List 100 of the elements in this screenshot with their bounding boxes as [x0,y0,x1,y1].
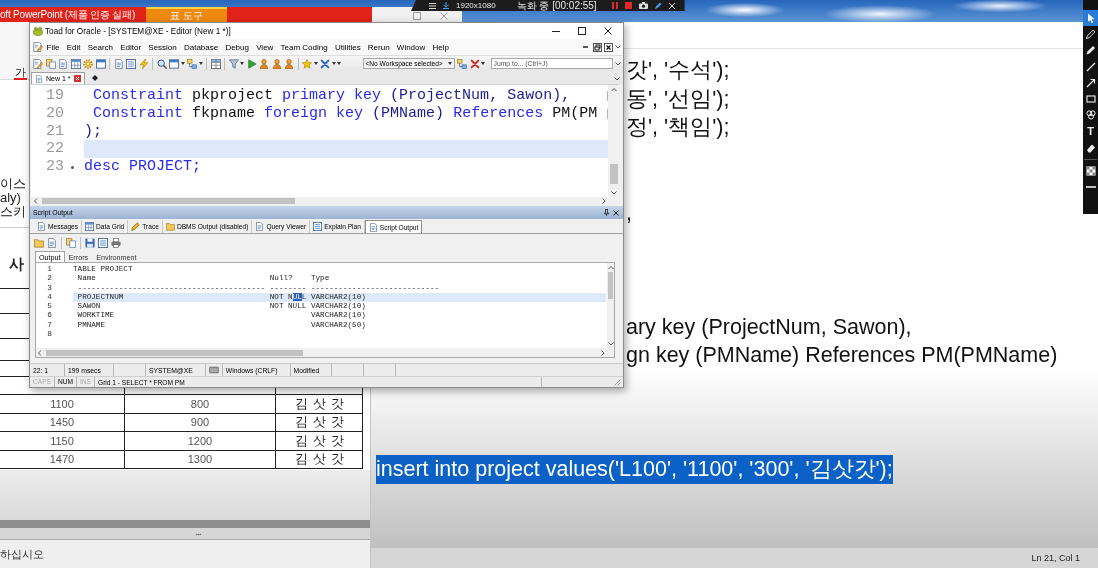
pages-icon[interactable] [66,237,76,248]
table-icon[interactable] [210,58,221,69]
chevron-down-icon[interactable] [610,190,617,194]
chevron-down-icon[interactable] [614,76,620,80]
chevron-right-icon[interactable] [601,198,605,204]
table-cell: 900 [125,413,276,432]
close-icon[interactable] [604,27,612,35]
play-icon[interactable] [246,58,257,69]
star-icon[interactable] [302,58,312,69]
resolution-label: 1920x1080 [456,0,496,11]
list-icon[interactable] [98,237,108,248]
restore-icon[interactable] [593,42,602,52]
gear-icon[interactable] [83,58,93,69]
menu-item[interactable]: File [43,41,64,53]
menu-item[interactable]: Utilities [331,41,365,53]
printer-icon[interactable] [111,237,121,248]
close-icon[interactable] [604,42,613,52]
menu-item[interactable]: Debug [221,41,253,53]
grid-icon[interactable] [70,58,81,69]
document-line: ary key (ProjectNum, Sawon), [626,313,912,341]
menu-item[interactable]: Edit [63,41,85,53]
scroll-thumb[interactable] [608,272,613,299]
document-line: gn key (PMName) References PM(PMName) [626,342,1058,369]
rectangle-icon [1085,94,1096,105]
stop-icon[interactable] [624,2,632,9]
caret-icon[interactable] [180,62,185,65]
arrow-icon [1085,77,1096,88]
menu-item[interactable]: Team Coding [276,41,332,53]
pen-icon[interactable] [654,2,662,9]
window-icon[interactable] [169,58,179,69]
table-cell: 김삿갓 [276,450,363,469]
minimize-icon[interactable] [552,30,560,32]
window-title: Toad for Oracle - [SYSTEM@XE - Editor (New 1 *)] [45,26,231,36]
caret-icon[interactable] [447,62,452,65]
network-icon[interactable] [457,58,467,69]
slide-heading: 사 [8,255,24,273]
table-cell: 김삿갓 [276,432,363,451]
chevron-down-icon[interactable] [607,341,614,345]
chevron-down-icon[interactable] [615,61,621,66]
line-number: 23 [45,158,64,176]
font-color-button[interactable]: 가 [14,67,27,80]
text-tool[interactable]: T [1083,123,1098,140]
person-icon[interactable] [284,58,294,69]
diamond-icon[interactable] [91,75,98,81]
resize-grip-icon[interactable] [614,378,621,386]
menu-icon[interactable] [429,2,436,9]
grid-icon [85,222,95,231]
menu-item[interactable]: Window [393,41,429,53]
menu-item[interactable]: Editor [116,41,145,53]
chevron-down-icon[interactable] [615,45,621,49]
scroll-thumb[interactable] [41,198,295,204]
document-line: , [626,199,632,227]
code-line: ); [84,122,103,141]
grip-icon[interactable] [196,532,201,536]
pause-icon[interactable] [611,2,618,9]
code-line: desc PROJECT; [84,158,203,176]
circles-icon [1085,110,1096,121]
table-cell: 1200 [125,432,276,451]
pin-icon[interactable] [604,209,609,216]
horizontal-scrollbar[interactable] [31,197,619,205]
page-pencil-icon[interactable] [33,58,43,69]
caret-icon[interactable] [313,62,318,65]
cross-icon[interactable] [469,58,480,69]
menu-item[interactable]: Search [84,41,117,53]
horizontal-scrollbar[interactable] [36,348,614,357]
document-line: 정', '책임'); [626,114,730,141]
caret-icon[interactable] [198,62,203,65]
person-icon[interactable] [271,58,282,69]
window-icon[interactable] [95,58,106,69]
person-icon[interactable] [259,58,269,69]
download-icon[interactable] [443,2,449,9]
scroll-thumb[interactable] [45,349,303,356]
caret-icon[interactable] [481,62,485,65]
close-icon[interactable] [613,209,619,216]
page-pencil-icon[interactable] [33,42,43,52]
slide-text: 이스 [0,177,26,191]
document-line: 동', '선임'); [626,85,730,113]
vertical-scrollbar[interactable] [607,263,614,348]
list-icon[interactable] [126,58,136,69]
document-icon[interactable] [47,237,57,248]
document-icon[interactable] [58,58,68,69]
pointer-tool[interactable] [1083,10,1098,27]
menu-item[interactable]: View [252,41,277,53]
table-cell: 1150 [0,432,125,451]
cross-icon[interactable] [320,58,330,69]
network-icon[interactable] [187,58,197,69]
table-cell: 1100 [0,395,125,414]
menu-item[interactable]: Rerun [364,41,394,53]
menu-item[interactable]: Help [428,41,453,53]
chevron-right-icon[interactable] [600,349,604,356]
caret-icon[interactable] [240,62,244,65]
maximize-icon[interactable] [578,27,586,35]
camera-icon[interactable] [638,2,648,9]
scroll-thumb[interactable] [609,163,618,184]
menu-item[interactable]: Database [180,41,222,53]
document-icon[interactable] [113,58,124,69]
menu-item[interactable]: Session [144,41,181,53]
document-icon [37,222,46,231]
pages-icon[interactable] [45,58,56,69]
magnifier-icon[interactable] [156,58,167,69]
